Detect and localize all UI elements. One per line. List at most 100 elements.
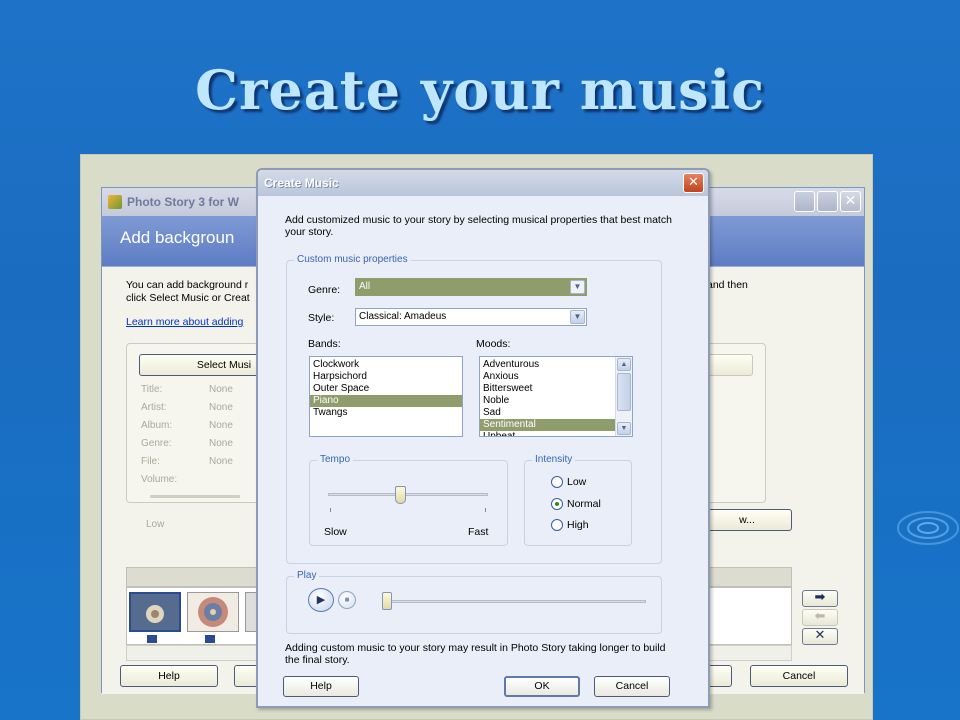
intensity-normal-label: Normal (567, 498, 601, 510)
photostory-app-icon (108, 195, 122, 209)
intensity-low-radio[interactable] (551, 476, 563, 488)
genre-label: Genre: (308, 284, 341, 296)
style-value: Classical: Amadeus (359, 311, 447, 322)
prop-album-label: Album: (141, 420, 173, 431)
filmstrip-thumb-2[interactable] (187, 592, 239, 632)
close-icon: ✕ (688, 175, 699, 190)
tempo-slow-label: Slow (324, 526, 347, 538)
intensity-normal-radio[interactable] (551, 498, 563, 510)
play-icon: ▶ (316, 594, 326, 606)
mood-item[interactable]: Upbeat (480, 431, 615, 436)
slide-title: Create your music (195, 58, 765, 122)
prop-genre-value: None (209, 438, 233, 449)
bands-list: Clockwork Harpsichord Outer Space Piano Twan… (310, 357, 462, 419)
prop-volume-label: Volume: (141, 474, 178, 485)
dialog-cancel-button[interactable]: Cancel (594, 676, 670, 697)
mood-item[interactable]: Noble (480, 395, 615, 407)
chevron-down-icon[interactable]: ▼ (570, 310, 585, 324)
prop-genre-label: Genre: (141, 438, 172, 449)
maximize-button[interactable] (817, 191, 838, 212)
photostory-window-title: Photo Story 3 for W (127, 195, 239, 209)
tempo-tick-max (485, 508, 486, 512)
photostory-help-button[interactable]: Help (120, 665, 218, 687)
genre-dropdown[interactable]: All ▼ (355, 278, 587, 296)
arrow-left-icon: ⬅ (814, 609, 826, 624)
dialog-help-button[interactable]: Help (283, 676, 359, 697)
filmstrip-thumb-1[interactable] (129, 592, 181, 632)
tempo-slider-track[interactable] (328, 493, 488, 496)
moods-scrollbar[interactable]: ▲ ▼ (615, 357, 632, 436)
minimize-button[interactable] (794, 191, 815, 212)
scroll-up-button[interactable]: ▲ (617, 358, 631, 371)
play-button[interactable]: ▶ (308, 588, 334, 612)
dialog-intro-text: Add customized music to your story by se… (285, 214, 672, 238)
style-label: Style: (308, 312, 335, 324)
dialog-titlebar[interactable]: Create Music (258, 170, 708, 196)
close-icon: ✕ (844, 193, 857, 209)
band-item[interactable]: Harpsichord (310, 371, 462, 383)
style-dropdown[interactable]: Classical: Amadeus ▼ (355, 308, 587, 326)
thumb-1-image (146, 605, 164, 623)
play-progress-track[interactable] (384, 600, 646, 603)
genre-value: All (359, 281, 371, 292)
description-right-fragment: and then (707, 279, 748, 291)
band-item[interactable]: Piano (310, 395, 462, 407)
prop-title-label: Title: (141, 384, 163, 395)
volume-slider[interactable] (150, 495, 240, 498)
move-left-button: ⬅ (802, 609, 838, 626)
moods-label: Moods: (476, 338, 511, 350)
delete-icon: ✕ (814, 628, 826, 643)
tempo-slider-thumb[interactable] (395, 486, 406, 504)
photostory-cancel-button[interactable]: Cancel (750, 665, 848, 687)
dialog-ok-button[interactable]: OK (504, 676, 580, 697)
create-music-dialog: Create Music ✕ Add customized music to y… (256, 168, 710, 708)
bands-listbox[interactable]: Clockwork Harpsichord Outer Space Piano Twan… (309, 356, 463, 437)
dialog-close-button[interactable]: ✕ (683, 173, 704, 193)
intensity-low-label: Low (567, 476, 587, 488)
mood-item[interactable]: Adventurous (480, 359, 615, 371)
band-item[interactable]: Clockwork (310, 359, 462, 371)
thumb-2-image (198, 597, 228, 627)
prop-album-value: None (209, 420, 233, 431)
prop-file-label: File: (141, 456, 160, 467)
close-button[interactable]: ✕ (840, 191, 861, 212)
learn-more-link[interactable]: Learn more about adding (126, 316, 243, 328)
mood-item[interactable]: Bittersweet (480, 383, 615, 395)
custom-music-properties-legend: Custom music properties (294, 254, 411, 265)
chevron-down-icon[interactable]: ▼ (570, 280, 585, 294)
volume-low-label: Low (146, 519, 165, 530)
remove-button[interactable]: ✕ (802, 628, 838, 645)
stop-icon: ■ (344, 595, 350, 604)
scroll-down-button[interactable]: ▼ (617, 422, 631, 435)
move-right-button[interactable]: ➡ (802, 590, 838, 607)
bands-label: Bands: (308, 338, 341, 350)
edit-icon[interactable] (147, 635, 157, 643)
tempo-legend: Tempo (317, 454, 354, 465)
create-music-button[interactable]: w... (702, 509, 792, 531)
intensity-high-radio[interactable] (551, 519, 563, 531)
prop-artist-value: None (209, 402, 233, 413)
stop-button[interactable]: ■ (338, 591, 356, 609)
photostory-window-controls: ✕ (794, 191, 861, 212)
band-item[interactable]: Outer Space (310, 383, 462, 395)
prop-file-value: None (209, 456, 233, 467)
play-progress-thumb[interactable] (382, 592, 392, 610)
band-item[interactable]: Twangs (310, 407, 462, 419)
play-legend: Play (294, 570, 320, 581)
arrow-right-icon: ➡ (814, 590, 826, 605)
moods-listbox[interactable]: Adventurous Anxious Bittersweet Noble Sad Sen… (479, 356, 633, 437)
mood-item[interactable]: Sad (480, 407, 615, 419)
dialog-title: Create Music (264, 176, 339, 190)
mood-item[interactable]: Anxious (480, 371, 615, 383)
dialog-body: Add customized music to your story by se… (258, 196, 708, 706)
mood-item[interactable]: Sentimental (480, 419, 615, 431)
scroll-thumb[interactable] (617, 373, 631, 411)
tempo-fast-label: Fast (468, 526, 489, 538)
build-time-note: Adding custom music to your story may re… (285, 642, 666, 666)
water-ripple-decoration (897, 511, 959, 545)
prop-title-value: None (209, 384, 233, 395)
edit-icon[interactable] (205, 635, 215, 643)
intensity-high-label: High (567, 519, 589, 531)
moods-list: Adventurous Anxious Bittersweet Noble Sad Sen… (480, 357, 615, 436)
tempo-tick-min (330, 508, 331, 512)
